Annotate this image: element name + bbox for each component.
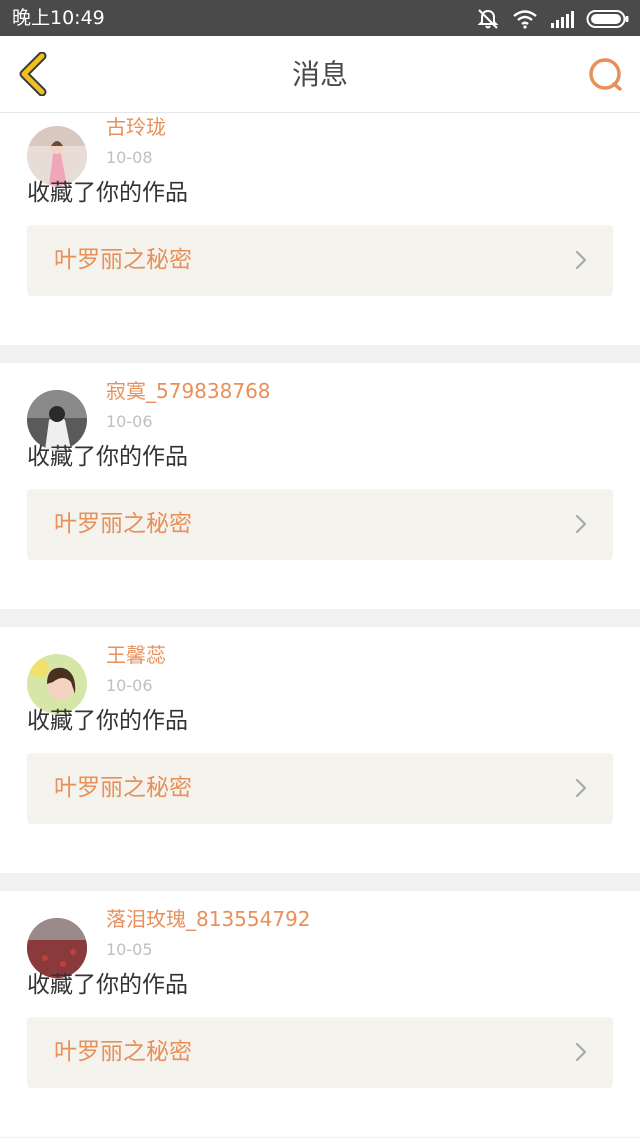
chevron-right-icon [575, 514, 587, 534]
work-title: 叶罗丽之秘密 [54, 247, 192, 273]
message-date: 10-06 [106, 676, 153, 695]
message-card: 王馨蕊 10-06 收藏了你的作品 叶罗丽之秘密 [0, 627, 640, 873]
message-action: 收藏了你的作品 [27, 972, 188, 998]
battery-icon [586, 10, 629, 28]
username[interactable]: 王馨蕊 [106, 642, 166, 668]
chevron-right-icon [575, 250, 587, 270]
status-bar: 晚上10:49 [0, 0, 640, 36]
work-link[interactable]: 叶罗丽之秘密 [27, 225, 613, 296]
message-action: 收藏了你的作品 [27, 444, 188, 470]
message-action: 收藏了你的作品 [27, 708, 188, 734]
message-list[interactable]: 古玲珑 10-08 收藏了你的作品 叶罗丽之秘密 寂寞_579838768 10… [0, 113, 640, 1138]
message-date: 10-06 [106, 412, 153, 431]
chevron-right-icon [575, 1042, 587, 1062]
work-link[interactable]: 叶罗丽之秘密 [27, 489, 613, 560]
header-bar: 消息 [0, 36, 640, 113]
work-link[interactable]: 叶罗丽之秘密 [27, 1017, 613, 1088]
mute-icon [477, 9, 499, 29]
username[interactable]: 古玲珑 [106, 114, 166, 140]
message-card: 古玲珑 10-08 收藏了你的作品 叶罗丽之秘密 [0, 113, 640, 345]
search-button[interactable] [586, 56, 626, 96]
username[interactable]: 落泪玫瑰_813554792 [106, 906, 311, 932]
message-card: 落泪玫瑰_813554792 10-05 收藏了你的作品 叶罗丽之秘密 [0, 891, 640, 1137]
work-title: 叶罗丽之秘密 [54, 775, 192, 801]
signal-icon [551, 11, 574, 28]
avatar[interactable] [27, 918, 87, 978]
chevron-right-icon [575, 778, 587, 798]
username[interactable]: 寂寞_579838768 [106, 378, 271, 404]
status-time: 晚上10:49 [12, 7, 105, 29]
wifi-icon [513, 10, 537, 29]
work-title: 叶罗丽之秘密 [54, 1039, 192, 1065]
avatar[interactable] [27, 654, 87, 714]
work-title: 叶罗丽之秘密 [54, 511, 192, 537]
message-card: 寂寞_579838768 10-06 收藏了你的作品 叶罗丽之秘密 [0, 363, 640, 609]
message-date: 10-05 [106, 940, 153, 959]
page-title: 消息 [291, 58, 348, 91]
message-action: 收藏了你的作品 [27, 180, 188, 206]
avatar[interactable] [27, 390, 87, 450]
work-link[interactable]: 叶罗丽之秘密 [27, 753, 613, 824]
status-icons [476, 8, 630, 30]
avatar[interactable] [27, 126, 87, 186]
message-date: 10-08 [106, 148, 153, 167]
search-icon [589, 58, 622, 91]
